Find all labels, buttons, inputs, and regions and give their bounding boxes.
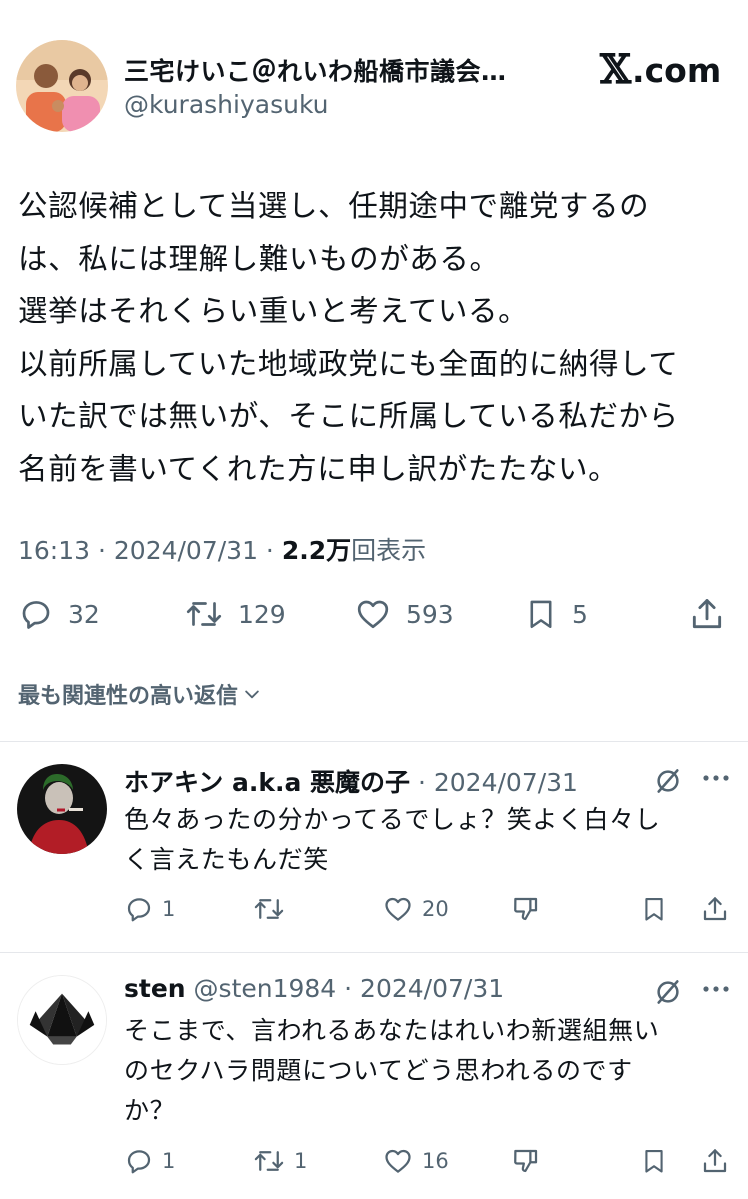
share-icon bbox=[688, 595, 726, 633]
divider bbox=[0, 952, 748, 953]
reply-share-button[interactable] bbox=[700, 893, 730, 925]
retweet-button[interactable]: 129 bbox=[184, 595, 286, 633]
like-icon bbox=[382, 894, 414, 924]
tweet-text: 公認候補として当選し、任期途中で離党するの は、私には理解し難いものがある。 選… bbox=[18, 189, 679, 486]
reply-reply-button[interactable]: 1 bbox=[124, 1146, 175, 1176]
reply-button[interactable]: 32 bbox=[18, 595, 100, 633]
bookmark-button[interactable]: 5 bbox=[524, 595, 588, 633]
grok-icon[interactable] bbox=[652, 977, 684, 1007]
reply-like-count: 20 bbox=[422, 897, 449, 921]
share-icon bbox=[700, 1145, 730, 1177]
more-icon[interactable] bbox=[702, 984, 730, 994]
retweet-icon bbox=[252, 894, 286, 924]
reply-text: 色々あったの分かってるでしょ？笑よく白々し く言えたもんだ笑 bbox=[124, 805, 661, 874]
reply-icon bbox=[124, 894, 154, 924]
bookmark-icon bbox=[524, 596, 558, 632]
reply-reply-count: 1 bbox=[162, 897, 176, 921]
reply-like-button[interactable]: 20 bbox=[382, 894, 449, 924]
reply-reply-button[interactable]: 1 bbox=[124, 894, 175, 924]
reply-header: ホアキン a.k.a 悪魔の子 · 2024/07/31 bbox=[124, 763, 578, 799]
reply-icon bbox=[124, 1146, 154, 1176]
reply-like-button[interactable]: 16 bbox=[382, 1146, 449, 1176]
reply-bookmark-button[interactable] bbox=[640, 894, 668, 924]
bookmark-icon bbox=[640, 1146, 668, 1176]
like-button[interactable]: 593 bbox=[354, 595, 454, 633]
like-icon bbox=[354, 596, 392, 632]
dislike-icon bbox=[510, 894, 542, 924]
bookmark-count: 5 bbox=[572, 599, 588, 629]
x-logo: 𝕏 .com bbox=[600, 50, 721, 90]
view-count: 2.2万 bbox=[281, 536, 352, 565]
author-avatar[interactable] bbox=[16, 40, 108, 132]
reply-dislike-button[interactable] bbox=[510, 1146, 542, 1176]
reply-header: sten @sten1984 · 2024/07/31 bbox=[124, 974, 504, 1003]
brand-domain: .com bbox=[632, 50, 722, 90]
reply-reply-count: 1 bbox=[162, 1149, 176, 1173]
reply-text: そこまで、言われるあなたはれいわ新選組無い のセクハラ問題についてどう思われるの… bbox=[124, 1016, 660, 1125]
share-icon bbox=[700, 893, 730, 925]
more-icon[interactable] bbox=[702, 773, 730, 783]
author-name[interactable]: 三宅けいこ＠れいわ船橋市議会… bbox=[124, 52, 507, 88]
author-handle[interactable]: @kurashiyasuku bbox=[124, 90, 329, 119]
like-count: 593 bbox=[406, 599, 454, 629]
reply-share-button[interactable] bbox=[700, 1145, 730, 1177]
reply-handle-date[interactable]: · 2024/07/31 bbox=[410, 768, 578, 797]
reply-avatar[interactable] bbox=[17, 764, 107, 854]
retweet-icon bbox=[184, 596, 224, 632]
reply-author-name[interactable]: ホアキン a.k.a 悪魔の子 bbox=[124, 768, 410, 797]
x-brand-mark: 𝕏 bbox=[600, 46, 632, 93]
tweet-time[interactable]: 16:13 · 2024/07/31 · bbox=[18, 536, 282, 565]
reply-avatar[interactable] bbox=[17, 975, 107, 1065]
reply-icon bbox=[18, 596, 54, 632]
reply-author-name[interactable]: sten bbox=[124, 974, 186, 1003]
reply-dislike-button[interactable] bbox=[510, 894, 542, 924]
reply-like-count: 16 bbox=[422, 1149, 449, 1173]
reply-bookmark-button[interactable] bbox=[640, 1146, 668, 1176]
reply-count: 32 bbox=[68, 599, 100, 629]
reply-retweet-count: 1 bbox=[294, 1149, 308, 1173]
reply-retweet-button[interactable] bbox=[252, 894, 294, 924]
reply-sort-label: 最も関連性の高い返信 bbox=[18, 684, 239, 709]
reply-sort-dropdown[interactable]: 最も関連性の高い返信 bbox=[18, 678, 262, 710]
bookmark-icon bbox=[640, 894, 668, 924]
like-icon bbox=[382, 1146, 414, 1176]
divider bbox=[0, 741, 748, 742]
tweet-meta: 16:13 · 2024/07/31 · 2.2万回表示 bbox=[18, 531, 426, 567]
reply-retweet-button[interactable]: 1 bbox=[252, 1146, 307, 1176]
view-label: 回表示 bbox=[351, 536, 427, 565]
grok-icon[interactable] bbox=[652, 766, 684, 796]
chevron-down-icon bbox=[242, 684, 262, 704]
reply-handle-date[interactable]: @sten1984 · 2024/07/31 bbox=[186, 974, 505, 1003]
share-button[interactable] bbox=[688, 595, 726, 633]
retweet-count: 129 bbox=[238, 599, 286, 629]
retweet-icon bbox=[252, 1146, 286, 1176]
dislike-icon bbox=[510, 1146, 542, 1176]
